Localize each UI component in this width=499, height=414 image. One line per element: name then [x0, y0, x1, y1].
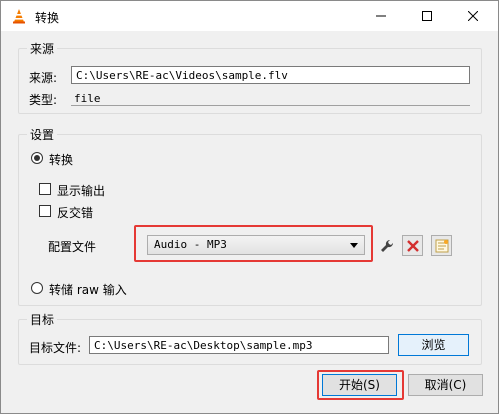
new-profile-button[interactable] — [431, 235, 452, 256]
red-x-icon — [406, 239, 419, 252]
source-separator — [71, 105, 470, 106]
show-output-checkbox[interactable] — [39, 183, 51, 195]
type-label: 类型: — [29, 93, 58, 107]
browse-button[interactable]: 浏览 — [398, 334, 469, 356]
minimize-icon — [376, 15, 386, 17]
show-output-label: 显示输出 — [57, 184, 106, 198]
deinterlace-label: 反交错 — [57, 206, 94, 220]
wrench-icon — [380, 239, 393, 252]
destination-legend: 目标 — [27, 311, 58, 328]
source-label: 来源: — [29, 71, 58, 85]
convert-label: 转换 — [49, 153, 74, 167]
profile-highlight — [134, 225, 373, 262]
deinterlace-checkbox[interactable] — [39, 205, 51, 217]
convert-dialog: 转换 来源 来源: C:\Users\RE-ac\Videos\sample.f… — [0, 0, 499, 414]
source-legend: 来源 — [27, 40, 58, 57]
dump-raw-radio[interactable] — [31, 282, 43, 294]
destination-file-field[interactable]: C:\Users\RE-ac\Desktop\sample.mp3 — [89, 336, 389, 354]
new-profile-icon — [435, 239, 448, 252]
start-highlight — [317, 370, 404, 400]
close-button[interactable] — [450, 1, 496, 31]
convert-radio[interactable] — [31, 152, 43, 164]
dump-raw-label: 转储 raw 输入 — [49, 283, 127, 297]
settings-legend: 设置 — [27, 126, 58, 143]
minimize-button[interactable] — [358, 1, 404, 31]
maximize-button[interactable] — [404, 1, 450, 31]
vlc-cone-icon — [11, 8, 27, 24]
cancel-button[interactable]: 取消(C) — [408, 374, 483, 396]
type-value: file — [74, 92, 101, 105]
destination-file-label: 目标文件: — [29, 341, 82, 355]
profile-label: 配置文件 — [48, 240, 97, 254]
title-bar: 转换 — [1, 1, 498, 31]
edit-profile-button[interactable] — [376, 235, 397, 256]
close-icon — [468, 11, 478, 21]
delete-profile-button[interactable] — [402, 235, 423, 256]
window-title: 转换 — [35, 11, 60, 25]
maximize-icon — [422, 11, 432, 21]
radio-selected-dot — [34, 155, 40, 161]
source-path-field[interactable]: C:\Users\RE-ac\Videos\sample.flv — [71, 66, 470, 84]
